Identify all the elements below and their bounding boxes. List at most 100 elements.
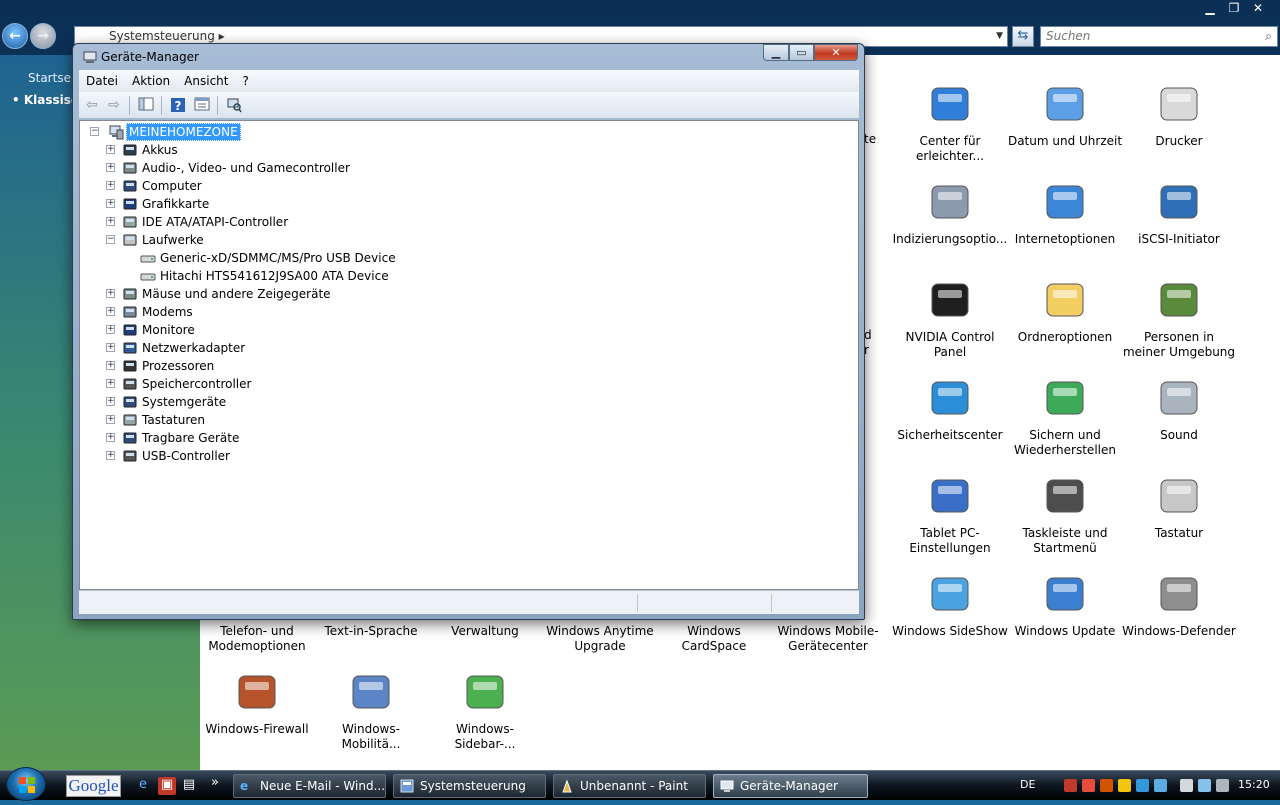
expand-icon[interactable]: + [106, 145, 115, 154]
control-panel-item[interactable]: Internetoptionen [1007, 185, 1123, 247]
control-panel-item[interactable]: Windows-Mobilitä... [313, 675, 429, 752]
task-device-manager[interactable]: Geräte-Manager [713, 774, 868, 798]
minimize-button[interactable]: ▁ [763, 44, 789, 61]
control-panel-item[interactable]: Windows-Defender [1121, 577, 1237, 639]
volume-icon[interactable] [1216, 779, 1229, 792]
tray-app-icon[interactable] [1100, 779, 1113, 792]
control-panel-item[interactable]: Taskleiste und Startmenü [1007, 479, 1123, 556]
computer-icon [109, 125, 124, 140]
language-indicator[interactable]: DE [1020, 778, 1035, 791]
start-button[interactable] [6, 767, 46, 801]
control-panel-item[interactable]: NVIDIA Control Panel [892, 283, 1008, 360]
back-button[interactable]: ← [2, 23, 28, 49]
menu-file[interactable]: Datei [79, 74, 125, 88]
expand-icon[interactable]: + [106, 451, 115, 460]
control-panel-item[interactable]: Windows Update [1007, 577, 1123, 639]
chevron-down-icon[interactable]: ▼ [996, 27, 1003, 46]
search-input[interactable]: Suchen ⌕ [1040, 26, 1278, 47]
control-panel-item[interactable]: Sound [1121, 381, 1237, 443]
expand-icon[interactable]: + [106, 199, 115, 208]
search-icon[interactable]: ⌕ [1265, 27, 1272, 46]
collapse-icon[interactable]: − [90, 127, 99, 136]
expand-icon[interactable]: + [106, 379, 115, 388]
windows-logo-icon [19, 777, 35, 793]
control-panel-item[interactable]: Windows-Firewall [199, 675, 315, 737]
expand-icon[interactable]: + [106, 361, 115, 370]
menu-help[interactable]: ? [235, 74, 255, 88]
quicklaunch-more[interactable]: » [206, 775, 224, 793]
task-control-panel[interactable]: Systemsteuerung [393, 774, 546, 798]
antivirus-icon[interactable] [1082, 779, 1095, 792]
refresh-button[interactable]: ⇆ [1012, 26, 1034, 47]
scan-hardware-icon[interactable] [225, 97, 243, 114]
control-panel-item-label: Verwaltung [451, 624, 519, 638]
tree-root-label[interactable]: MEINEHOMEZONE [126, 123, 241, 141]
power-icon[interactable] [1180, 779, 1193, 792]
properties-icon[interactable] [193, 97, 211, 114]
back-arrow-icon[interactable]: ⇦ [83, 97, 101, 114]
collapse-icon[interactable]: − [106, 235, 115, 244]
task-paint[interactable]: Unbenannt - Paint [553, 774, 706, 798]
close-button[interactable]: ✕ [1246, 0, 1270, 17]
control-panel-item[interactable]: iSCSI-Initiator [1121, 185, 1237, 247]
control-panel-item[interactable]: Windows SideShow [892, 577, 1008, 639]
control-panel-item[interactable]: Sicherheitscenter [892, 381, 1008, 443]
tray-user-icon[interactable] [1136, 779, 1149, 792]
minimize-button[interactable]: ▁ [1198, 0, 1222, 17]
control-panel-item[interactable]: Sichern und Wiederherstellen [1007, 381, 1123, 458]
tree-category-label: Prozessoren [142, 359, 215, 373]
security-alert-icon[interactable] [1064, 779, 1077, 792]
system-device-icon [123, 396, 137, 408]
media-icon[interactable]: ▣ [158, 777, 176, 795]
breadcrumb-systemsteuerung[interactable]: Systemsteuerung [109, 29, 215, 43]
control-panel-item[interactable]: Windows-Sidebar-... [427, 675, 543, 752]
expand-icon[interactable]: + [106, 397, 115, 406]
control-panel-item[interactable]: Indizierungsoptio... [892, 185, 1008, 247]
expand-icon[interactable]: + [106, 163, 115, 172]
sidebar-link-classic[interactable]: • Klassisc [12, 93, 78, 107]
expand-icon[interactable]: + [106, 289, 115, 298]
maximize-button[interactable]: ▭ [789, 44, 814, 61]
portable-icon [123, 432, 137, 444]
tray-warning-icon[interactable] [1118, 779, 1131, 792]
iscsi-icon [1155, 178, 1203, 226]
accessibility-icon [926, 80, 974, 128]
toolbar-separator [129, 96, 130, 115]
close-button[interactable]: ✕ [814, 44, 858, 61]
speaker-icon [1155, 374, 1203, 422]
expand-icon[interactable]: + [106, 181, 115, 190]
control-panel-item[interactable]: Ordneroptionen [1007, 283, 1123, 345]
task-email[interactable]: e Neue E-Mail - Wind... [233, 774, 386, 798]
forward-arrow-icon[interactable]: ⇨ [105, 97, 123, 114]
internet-explorer-icon[interactable]: e [134, 777, 152, 795]
expand-icon[interactable]: + [106, 325, 115, 334]
control-panel-item[interactable]: Drucker [1121, 87, 1237, 149]
network-icon[interactable] [1198, 779, 1211, 792]
control-panel-item[interactable]: Datum und Uhrzeit [1007, 87, 1123, 149]
menu-action[interactable]: Aktion [125, 74, 177, 88]
menu-view[interactable]: Ansicht [177, 74, 235, 88]
control-panel-item-label: Center für erleichter... [916, 134, 984, 163]
device-manager-window-controls: ▁ ▭ ✕ [763, 44, 858, 61]
control-panel-item[interactable]: Tastatur [1121, 479, 1237, 541]
bluetooth-icon[interactable] [1154, 779, 1167, 792]
expand-icon[interactable]: + [106, 217, 115, 226]
expand-icon[interactable]: + [106, 307, 115, 316]
show-desktop-icon[interactable]: ▤ [180, 777, 198, 795]
clock[interactable]: 15:20 [1238, 778, 1270, 791]
expand-icon[interactable]: + [106, 343, 115, 352]
control-panel-item[interactable]: Center für erleichter... [892, 87, 1008, 164]
restore-button[interactable]: ❐ [1222, 0, 1246, 17]
toolbar-separator [217, 96, 218, 115]
battery-icon [123, 144, 137, 156]
help-icon[interactable]: ? [169, 97, 187, 114]
show-hide-console-tree-icon[interactable] [137, 97, 155, 114]
control-panel-item[interactable]: Tablet PC-Einstellungen [892, 479, 1008, 556]
tree-category-label: Computer [142, 179, 202, 193]
expand-icon[interactable]: + [106, 433, 115, 442]
forward-button[interactable]: → [30, 23, 56, 49]
expand-icon[interactable]: + [106, 415, 115, 424]
google-toolbar[interactable]: Google [66, 775, 121, 797]
nvidia-icon [926, 276, 974, 324]
control-panel-item[interactable]: Personen in meiner Umgebung [1121, 283, 1237, 360]
